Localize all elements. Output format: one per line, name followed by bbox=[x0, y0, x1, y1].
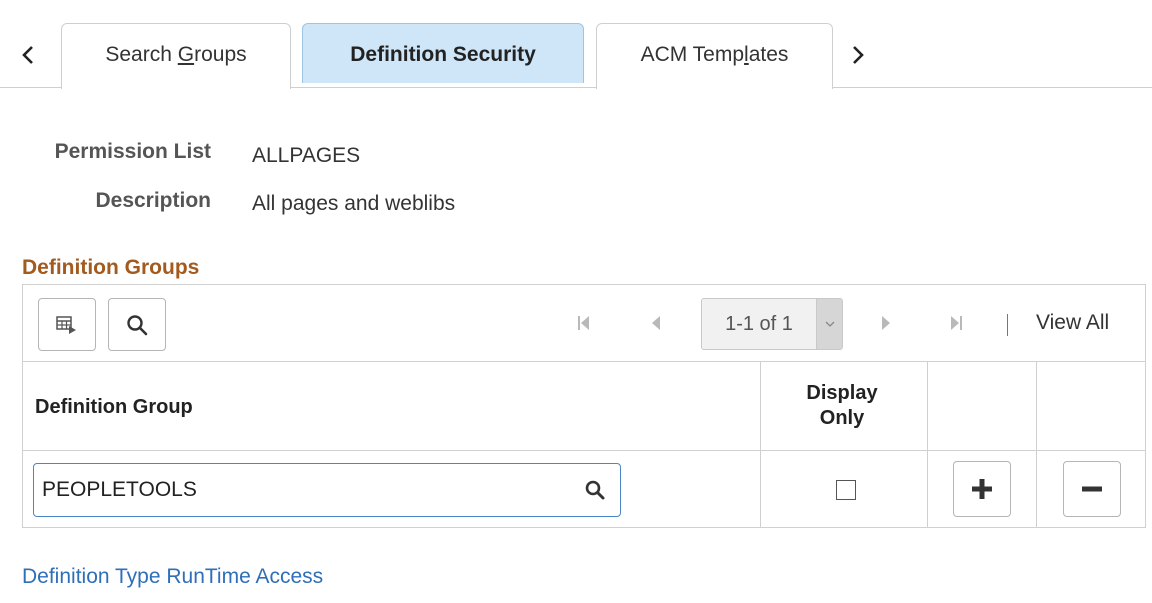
definition-group-input[interactable] bbox=[42, 464, 562, 516]
permission-list-label: Permission List bbox=[54, 140, 211, 163]
grid-toolbar: 1-1 of 1 View All bbox=[23, 285, 1145, 362]
chevron-down-icon bbox=[816, 299, 842, 349]
display-only-checkbox[interactable] bbox=[836, 480, 856, 500]
delete-row-button[interactable] bbox=[1063, 461, 1121, 517]
definition-group-lookup bbox=[33, 463, 621, 517]
tab-scroll-left-icon[interactable] bbox=[16, 40, 40, 70]
tab-search-groups-label: Search Groups bbox=[105, 43, 247, 66]
personalize-grid-button[interactable] bbox=[38, 298, 96, 351]
search-icon bbox=[127, 314, 148, 335]
definition-group-header: Definition Group bbox=[35, 396, 193, 418]
tab-definition-security[interactable]: Definition Security bbox=[302, 23, 584, 83]
grid-header-row: Definition Group Display Only bbox=[23, 362, 1145, 451]
description-label: Description bbox=[95, 189, 211, 212]
plus-icon bbox=[972, 479, 992, 499]
next-page-icon[interactable] bbox=[880, 315, 892, 336]
definition-groups-grid: 1-1 of 1 View All Definition Group Displ… bbox=[22, 284, 1146, 528]
view-all-link[interactable]: View All bbox=[1036, 311, 1109, 335]
display-only-header: Display Only bbox=[806, 382, 878, 429]
tab-search-groups[interactable]: Search Groups bbox=[61, 23, 291, 89]
tab-definition-security-label: Definition Security bbox=[350, 43, 536, 66]
definition-type-runtime-access-link[interactable]: Definition Type RunTime Access bbox=[22, 565, 323, 589]
definition-groups-title: Definition Groups bbox=[22, 256, 200, 279]
tab-scroll-right-icon[interactable] bbox=[846, 40, 870, 70]
tab-acm-templates[interactable]: ACM Templates bbox=[596, 23, 833, 89]
permission-list-value: ALLPAGES bbox=[252, 144, 361, 167]
lookup-search-icon[interactable] bbox=[584, 479, 606, 501]
tab-bar: Search Groups Definition Security ACM Te… bbox=[0, 0, 1152, 89]
minus-icon bbox=[1082, 486, 1102, 492]
first-page-icon[interactable] bbox=[577, 315, 591, 336]
toolbar-separator bbox=[1007, 314, 1008, 336]
previous-page-icon[interactable] bbox=[650, 315, 662, 336]
add-row-button[interactable] bbox=[953, 461, 1011, 517]
tab-acm-templates-label: ACM Templates bbox=[640, 43, 789, 66]
grid-settings-icon bbox=[56, 315, 76, 334]
page-range-text: 1-1 of 1 bbox=[725, 312, 793, 335]
last-page-icon[interactable] bbox=[949, 315, 963, 336]
description-value: All pages and weblibs bbox=[252, 192, 456, 215]
page-range-select[interactable]: 1-1 of 1 bbox=[701, 298, 843, 350]
find-in-grid-button[interactable] bbox=[108, 298, 166, 351]
